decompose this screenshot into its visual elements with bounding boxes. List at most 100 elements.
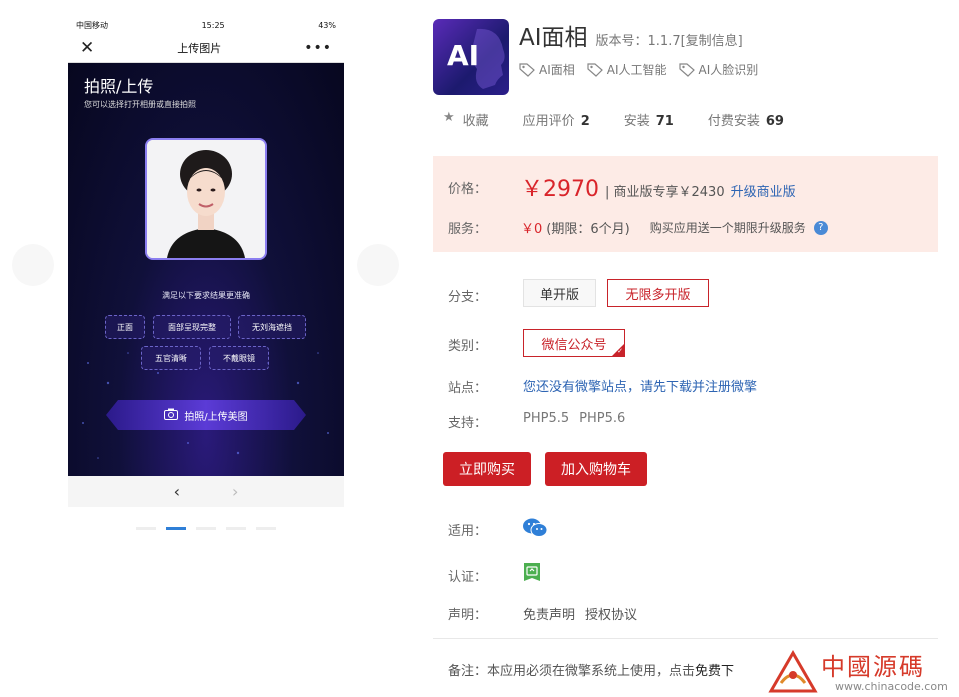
carousel-indicators (136, 527, 276, 530)
tag[interactable]: AI面相 (519, 61, 575, 78)
site-label: 站点： (448, 381, 488, 396)
tag-icon (519, 62, 535, 77)
phone-bottom-bar: ‹ › (68, 476, 344, 507)
type-wechat-label: 微信公众号 (541, 337, 607, 353)
rating-label: 应用评价 (522, 114, 575, 129)
carousel-dot[interactable] (136, 527, 156, 530)
app-icon-text: AI (447, 39, 480, 72)
screenshot-phone: 中国移动 15:25 43% ✕ 上传图片 ••• 拍照/上传 您可以选择打开相… (68, 17, 344, 507)
close-icon[interactable]: ✕ (80, 38, 94, 58)
watermark: 中國源碼 www.chinacode.com (763, 645, 959, 697)
back-icon[interactable]: ‹ (174, 482, 180, 501)
phone-hint: 满足以下要求结果更准确 (162, 291, 250, 300)
license-link[interactable]: 授权协议 (585, 604, 637, 623)
service-period: (期限：6个月) (546, 222, 630, 237)
register-site-link[interactable]: 您还没有微擎站点，请先下载并注册微擎 (523, 376, 757, 395)
tag-icon (587, 62, 603, 77)
paid-install-stat: 付费安装 69 (708, 110, 784, 129)
phone-status-bar: 中国移动 15:25 43% (68, 17, 344, 33)
price-label: 价格： (448, 182, 488, 197)
app-title-row: AI面相 版本号：1.1.7[复制信息] (519, 18, 743, 52)
price-main: ￥2970 | 商业版专享￥2430 升级商业版 (521, 171, 796, 203)
requirement-chip: 面部呈现完整 (153, 315, 231, 339)
tag[interactable]: AI人工智能 (587, 61, 667, 78)
carousel-next-button[interactable] (357, 244, 399, 286)
note-text: 备注：本应用必须在微擎系统上使用，点击免费下 (448, 660, 778, 679)
type-wechat-option[interactable]: 微信公众号 ✓ (523, 329, 625, 357)
install-label: 安装 (623, 114, 650, 129)
php-support-list: PHP5.5 PHP5.6 (523, 411, 625, 426)
more-icon[interactable]: ••• (304, 40, 332, 56)
branch-label: 分支： (448, 290, 488, 305)
support-label: 支持： (448, 416, 488, 431)
tag-label: AI人工智能 (606, 63, 667, 77)
upgrade-business-link[interactable]: 升级商业版 (731, 181, 796, 200)
carousel-prev-button[interactable] (12, 244, 54, 286)
install-value: 71 (655, 114, 674, 129)
phone-navbar: ✕ 上传图片 ••• (68, 33, 344, 63)
camera-icon (164, 408, 179, 423)
disclaimer-link[interactable]: 免责声明 (523, 604, 575, 623)
app-tags: AI面相 AI人工智能 AI人脸识别 (519, 61, 758, 78)
requirement-chip: 无刘海遮挡 (238, 315, 306, 339)
stats-row: ★ 收藏 应用评价 2 安装 71 付费安装 69 (443, 110, 818, 129)
service-row: ￥0 (期限：6个月) 购买应用送一个期限升级服务 ? (521, 218, 828, 237)
carousel-dot[interactable] (226, 527, 246, 530)
buy-now-button[interactable]: 立即购买 (443, 452, 531, 486)
note-body: 备注：本应用必须在微擎系统上使用，点击 (448, 664, 696, 679)
divider (433, 638, 938, 639)
app-detail-page: 中国移动 15:25 43% ✕ 上传图片 ••• 拍照/上传 您可以选择打开相… (0, 0, 959, 697)
carousel-dot[interactable] (256, 527, 276, 530)
paid-install-value: 69 (765, 114, 784, 129)
service-amount: ￥0 (521, 222, 543, 237)
help-icon[interactable]: ? (813, 220, 828, 235)
upload-photo-button[interactable]: 拍照/上传美图 (106, 400, 306, 430)
forward-icon[interactable]: › (232, 482, 238, 501)
rating-value: 2 (580, 114, 590, 129)
declare-links: 免责声明 授权协议 (523, 604, 637, 623)
service-label: 服务： (448, 222, 488, 237)
type-label: 类别： (448, 339, 488, 354)
free-download-link[interactable]: 免费下 (695, 664, 734, 679)
phone-app-body: 拍照/上传 您可以选择打开相册或直接拍照 满足以下要求结果更准确 正面 面部呈现… (68, 63, 344, 476)
check-icon: ✓ (617, 347, 623, 355)
app-name: AI面相 (519, 25, 588, 51)
price-amount: ￥2970 (521, 177, 599, 202)
tag-icon (678, 62, 695, 77)
phone-heading: 拍照/上传 (84, 77, 154, 96)
php-version: PHP5.6 (579, 411, 626, 426)
service-gift: 购买应用送一个期限升级服务 (649, 221, 806, 235)
phone-subheading: 您可以选择打开相册或直接拍照 (84, 100, 196, 109)
watermark-logo (768, 650, 818, 693)
app-version[interactable]: 版本号：1.1.7[复制信息] (596, 30, 743, 49)
watermark-url: www.chinacode.com (835, 680, 948, 693)
paid-install-label: 付费安装 (707, 114, 760, 129)
star-icon[interactable]: ★ (443, 110, 455, 129)
phone-nav-title: 上传图片 (177, 41, 222, 55)
status-carrier: 中国移动 (76, 20, 108, 30)
branch-multi-option[interactable]: 无限多开版 (607, 279, 709, 307)
add-to-cart-button[interactable]: 加入购物车 (545, 452, 647, 486)
status-battery: 43% (318, 20, 336, 30)
upload-photo-label: 拍照/上传美图 (184, 411, 248, 423)
tag-label: AI人脸识别 (698, 63, 759, 77)
app-icon: AI (433, 19, 509, 95)
tag[interactable]: AI人脸识别 (678, 61, 759, 78)
certified-badge-icon (523, 561, 541, 583)
watermark-title: 中國源碼 (821, 653, 925, 681)
install-stat: 安装 71 (624, 110, 674, 129)
requirement-chip: 正面 (105, 315, 145, 339)
business-price: | 商业版专享￥2430 (605, 185, 725, 200)
apply-label: 适用： (448, 524, 488, 539)
rating-stat[interactable]: 应用评价 2 (523, 110, 590, 129)
carousel-dot-active[interactable] (166, 527, 186, 530)
requirement-chip: 五官清晰 (141, 346, 201, 370)
tag-label: AI面相 (539, 63, 575, 77)
price-box: 价格： ￥2970 | 商业版专享￥2430 升级商业版 服务： ￥0 (期限：… (433, 156, 938, 252)
branch-single-option[interactable]: 单开版 (523, 279, 596, 307)
carousel-dot[interactable] (196, 527, 216, 530)
wechat-icon (522, 517, 548, 543)
requirement-chip: 不戴眼镜 (209, 346, 269, 370)
favorite-link[interactable]: 收藏 (463, 110, 489, 129)
status-time: 15:25 (201, 20, 225, 30)
